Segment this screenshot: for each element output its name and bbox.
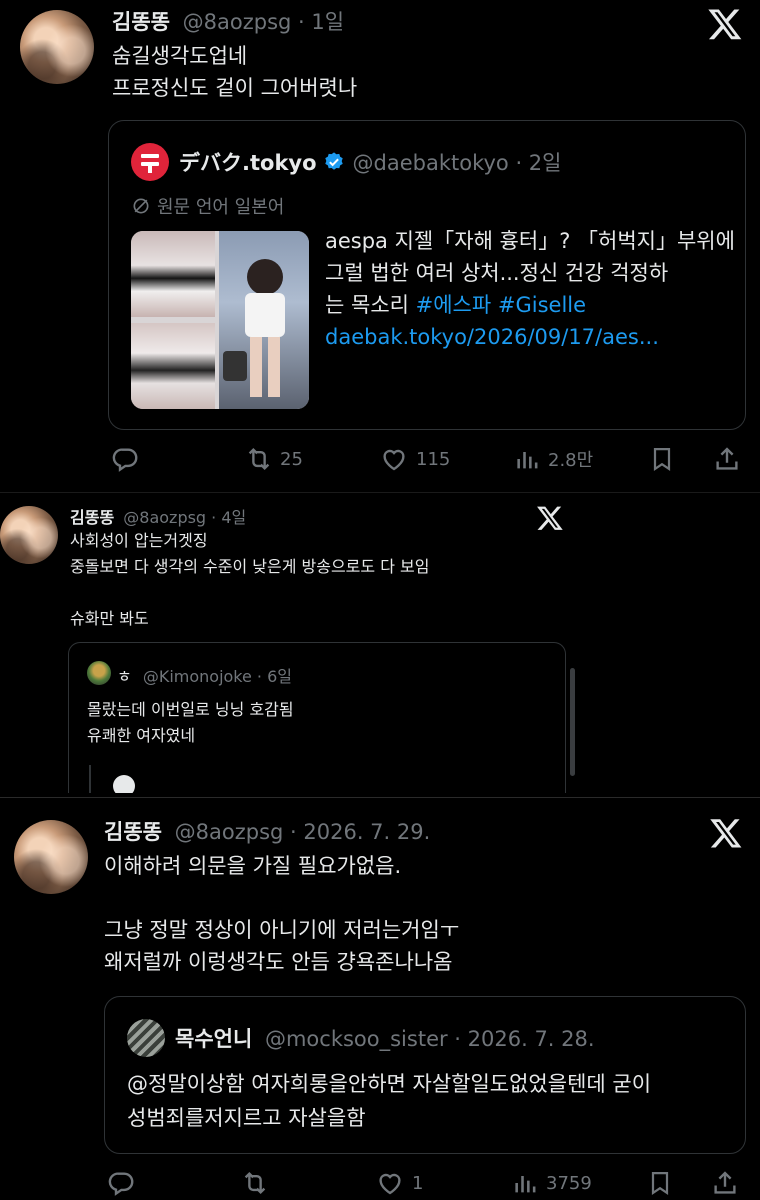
avatar[interactable]	[0, 506, 58, 564]
bookmark-icon	[651, 1171, 669, 1195]
like-count: 115	[416, 448, 451, 470]
quoted-author-handle[interactable]: @Kimonojoke · 6일	[143, 667, 292, 686]
quoted-text-fragment: 는 목소리	[325, 293, 416, 317]
bookmark-button[interactable]	[646, 1168, 674, 1198]
retweet-button[interactable]: 25	[244, 444, 303, 474]
scrollbar[interactable]	[570, 668, 575, 776]
hashtag-link[interactable]: #Giselle	[498, 293, 586, 317]
tweet-text-line: 왜저럴까 이렁생각도 안듬 걍욕존나나옴	[104, 950, 453, 974]
quoted-media-peek	[113, 775, 135, 793]
reply-icon	[112, 448, 138, 472]
share-button[interactable]	[712, 444, 742, 474]
tweet-text-line: 프로정신도 겉이 그어버렷나	[112, 76, 358, 100]
tweet-text-line: 그냥 정말 정상이 아니기에 저러는거임ㅜ	[104, 918, 460, 942]
quoted-text-line: aespa 지젤「자해 흉터」? 「허벅지」부위에	[325, 229, 735, 253]
quoted-avatar	[127, 1019, 165, 1057]
quoted-tweet[interactable]: デバク.tokyo @daebaktokyo · 2일 원문 언어 일본어 ae…	[108, 120, 746, 430]
views-count: 2.8만	[548, 450, 594, 471]
like-count: 1	[412, 1172, 424, 1194]
share-icon	[714, 1171, 736, 1194]
verified-icon	[324, 152, 343, 170]
like-button[interactable]: 1	[374, 1168, 423, 1198]
quoted-author-name[interactable]: デバク.tokyo	[179, 147, 317, 177]
media-edge	[89, 765, 91, 793]
quoted-media-thumbnail[interactable]	[131, 231, 309, 409]
tweet-text-line: 이해하려 의문을 가질 필요가없음.	[104, 854, 402, 878]
quoted-author-handle[interactable]: @mocksoo_sister · 2026. 7. 28.	[265, 1027, 595, 1051]
like-icon	[379, 1173, 401, 1195]
share-icon	[716, 447, 738, 470]
reply-icon	[108, 1172, 134, 1196]
views-icon	[515, 1176, 536, 1193]
bookmark-icon	[653, 447, 671, 471]
quoted-tweet[interactable]: ㅎ @Kimonojoke · 6일 몰랐는데 이번일로 닝닝 호감됨 유쾌한 …	[68, 642, 566, 793]
post-divider	[0, 492, 760, 493]
translate-icon	[133, 198, 149, 214]
author-name[interactable]: 김똥똥	[70, 508, 114, 527]
quoted-author-name[interactable]: 목수언니	[175, 1027, 252, 1051]
hashtag-link[interactable]: #에스파	[416, 293, 492, 317]
translate-note[interactable]: 원문 언어 일본어	[157, 193, 284, 219]
like-icon	[383, 449, 405, 471]
retweet-button[interactable]	[240, 1168, 270, 1198]
quoted-text-line: @정말이상함 여자희롱을안하면 자살할일도없었을텐데 굳이	[127, 1072, 652, 1096]
post-divider	[0, 797, 760, 798]
source-logo	[131, 143, 169, 181]
author-handle[interactable]: @8aozpsg · 2026. 7. 29.	[175, 820, 431, 844]
author-name[interactable]: 김똥똥	[112, 10, 170, 34]
like-button[interactable]: 115	[378, 444, 450, 474]
quoted-author-name[interactable]: ㅎ	[117, 667, 132, 686]
x-logo-icon	[710, 819, 742, 848]
quoted-author-handle[interactable]: @daebaktokyo · 2일	[353, 147, 562, 177]
views-button[interactable]: 2.8만	[514, 444, 593, 474]
article-link[interactable]: daebak.tokyo/2026/09/17/aes...	[325, 321, 725, 353]
reply-button[interactable]	[110, 444, 140, 474]
quoted-text-line: 몰랐는데 이번일로 닝닝 호감됨	[87, 700, 294, 719]
tweet-text-line: 중돌보면 다 생각의 수준이 낮은게 방송으로도 다 보임	[70, 557, 430, 576]
bookmark-button[interactable]	[648, 444, 676, 474]
retweet-icon	[248, 447, 270, 471]
tweet-text-line: 숨길생각도업네	[112, 44, 248, 68]
author-handle[interactable]: @8aozpsg · 4일	[123, 508, 246, 527]
x-logo-icon	[708, 9, 742, 40]
share-button[interactable]	[710, 1168, 740, 1198]
views-count: 3759	[546, 1172, 592, 1194]
quoted-text-line: 유쾌한 여자였네	[87, 726, 196, 745]
quoted-avatar	[87, 661, 111, 685]
retweet-icon	[244, 1171, 266, 1195]
quoted-text-line: 그럴 법한 여러 상처...정신 건강 걱정하	[325, 261, 669, 285]
quoted-text-line: 성범죄를저지르고 자살을함	[127, 1106, 366, 1130]
author-name[interactable]: 김똥똥	[104, 820, 162, 844]
x-logo-icon	[537, 506, 563, 530]
views-icon	[517, 452, 538, 469]
avatar[interactable]	[14, 820, 88, 894]
author-handle[interactable]: @8aozpsg · 1일	[183, 10, 344, 34]
views-button[interactable]: 3759	[512, 1168, 592, 1198]
quoted-tweet[interactable]: 목수언니 @mocksoo_sister · 2026. 7. 28. @정말이…	[104, 996, 746, 1154]
avatar[interactable]	[20, 10, 94, 84]
quoted-text-line: 는 목소리 #에스파 #Giselle	[325, 289, 725, 321]
reply-button[interactable]	[106, 1168, 136, 1198]
tweet-text-line: 슈화만 봐도	[70, 609, 149, 628]
retweet-count: 25	[280, 448, 303, 470]
tweet-text-line: 사회성이 압는거겟징	[70, 531, 208, 550]
